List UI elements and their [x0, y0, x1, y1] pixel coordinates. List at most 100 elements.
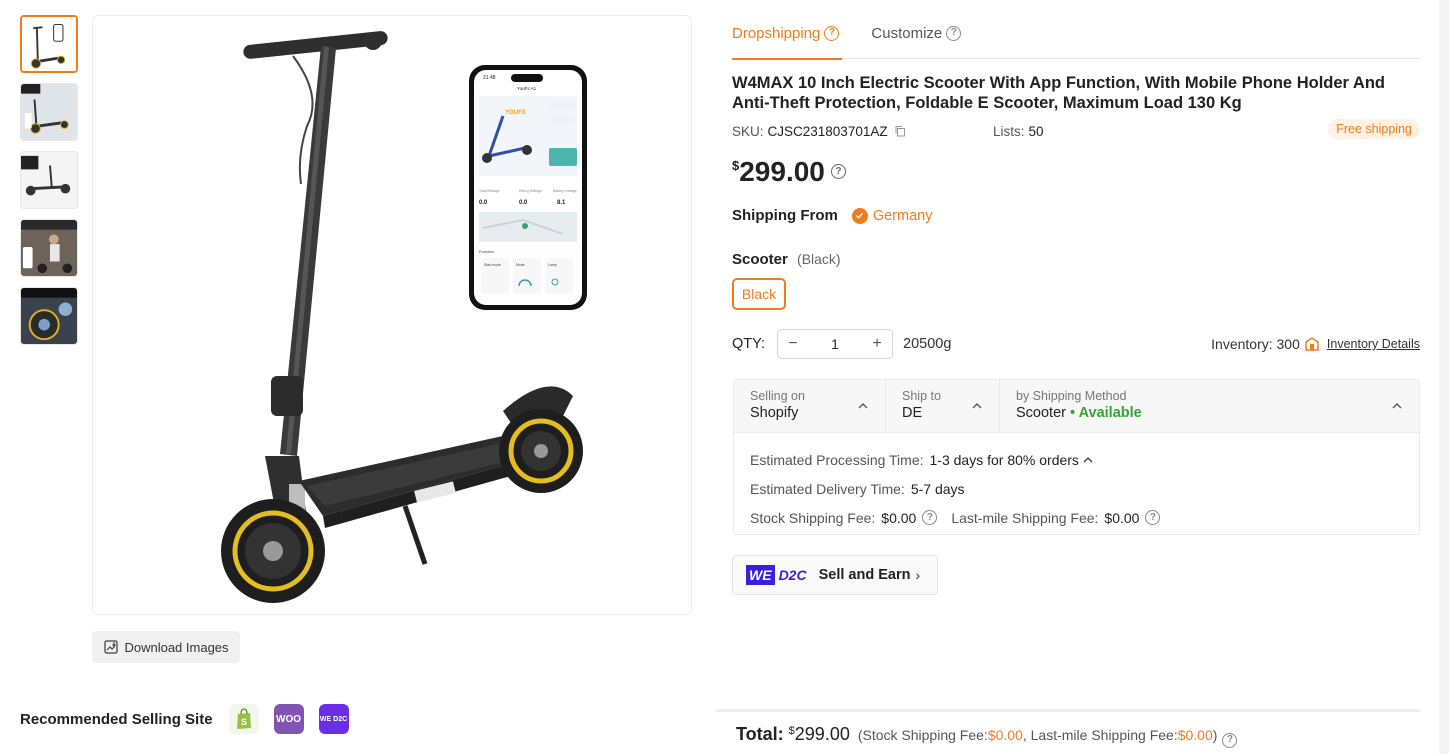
phone-function-2: Mode [516, 263, 525, 267]
delivery-label: Estimated Delivery Time: [750, 480, 905, 497]
chevron-right-icon: › [915, 567, 921, 583]
selling-on-label: Selling on [750, 389, 805, 403]
phone-function-3: Lamp [548, 263, 557, 267]
shipping-selector: Selling on Shopify Ship to DE by Shippin… [734, 380, 1419, 433]
quantity-row: QTY: − + 20500g Inventory: 300 Inventory… [732, 329, 1420, 359]
sku-value: CJSC231803701AZ [767, 123, 888, 139]
delivery-value: 5-7 days [910, 480, 965, 497]
quantity-input[interactable] [808, 336, 863, 352]
chevron-up-icon [858, 403, 868, 409]
variant-selected: (Black) [797, 251, 841, 267]
thumbnail-5[interactable] [20, 287, 78, 345]
shipping-fees: Stock Shipping Fee: $0.00 ? Last-mile Sh… [750, 503, 1403, 532]
total-fee-close: ) [1212, 727, 1218, 743]
total-fee-mid: , Last-mile Shipping Fee: [1022, 727, 1178, 743]
increase-button[interactable]: + [862, 335, 892, 353]
wed2c-icon[interactable]: WE D2C [318, 704, 349, 734]
product-price: $ 299.00 ? [732, 154, 846, 190]
sku-label: SKU: [732, 123, 764, 139]
shipping-method-label: by Shipping Method [1016, 389, 1127, 403]
variant-label: Scooter (Black) [732, 251, 841, 268]
help-icon[interactable]: ? [922, 510, 938, 525]
processing-label: Estimated Processing Time: [750, 451, 924, 468]
decrease-button[interactable]: − [778, 335, 808, 353]
chevron-up-icon[interactable] [1082, 454, 1094, 466]
help-icon[interactable]: ? [824, 25, 840, 41]
processing-time: Estimated Processing Time: 1-3 days for … [750, 445, 1403, 474]
check-icon [851, 207, 868, 224]
ship-to-selector[interactable]: Ship to DE [886, 380, 1000, 432]
shipping-details: Estimated Processing Time: 1-3 days for … [734, 433, 1419, 532]
product-title: W4MAX 10 Inch Electric Scooter With App … [732, 74, 1385, 112]
copy-icon[interactable] [894, 125, 906, 137]
total-amount: 299.00 [794, 724, 850, 744]
main-product-image: 21:48 YouFs A1 YOUFS Total Mileage 0.0 R… [92, 15, 692, 615]
wed2c-logo-we: WE [746, 565, 775, 585]
thumbnail-list [20, 15, 80, 355]
lastmile-fee-label: Last-mile Shipping Fee: [951, 509, 1099, 526]
download-images-button[interactable]: Download Images [92, 631, 240, 663]
total-fee-open: (Stock Shipping Fee: [857, 727, 988, 743]
help-icon[interactable]: ? [1222, 732, 1238, 748]
shipping-from-country[interactable]: Germany [873, 208, 933, 224]
selling-on-value: Shopify [750, 405, 799, 421]
lists-value: 50 [1028, 123, 1044, 139]
total-bar: Total: $ 299.00 (Stock Shipping Fee: $0.… [736, 724, 1238, 748]
inventory: Inventory: 300 Inventory Details [1211, 336, 1420, 352]
product-weight: 20500g [903, 336, 952, 352]
phone-stat-value-1: 0.0 [479, 200, 488, 206]
product-meta: SKU: CJSC231803701AZ Lists: 50 Free ship… [732, 119, 1420, 140]
price-currency: $ [732, 158, 740, 173]
shipping-method-selector[interactable]: by Shipping Method Scooter • Available [1000, 380, 1419, 432]
woocommerce-icon[interactable]: WOO [273, 704, 304, 734]
stock-fee-value: $0.00 [881, 509, 917, 526]
price-amount: 299.00 [739, 156, 825, 187]
thumbnail-4[interactable] [20, 219, 78, 277]
thumbnail-1[interactable] [20, 15, 78, 73]
phone-stat-value-2: 0.0 [519, 200, 528, 206]
shipping-method-value: Scooter [1016, 405, 1066, 421]
qty-label: QTY: [732, 336, 766, 352]
variant-option-black[interactable]: Black [732, 278, 786, 310]
availability-status: • Available [1070, 405, 1142, 421]
recommended-selling-site: Recommended Selling Site S WOO WE D2C [20, 703, 364, 735]
total-lastmile-fee: $0.00 [1177, 727, 1213, 743]
warehouse-icon [1305, 337, 1319, 351]
sell-and-earn-label: Sell and Earn [818, 567, 911, 583]
divider [716, 709, 1420, 712]
phone-time: 21:48 [483, 75, 496, 81]
phone-stat-label-2: Riding Mileage [519, 189, 542, 193]
quantity-stepper: − + [777, 329, 894, 359]
phone-device-name: YouFs A1 [517, 86, 537, 91]
tab-customize-label: Customize [871, 24, 943, 42]
thumbnail-2[interactable] [20, 83, 78, 141]
delivery-time: Estimated Delivery Time: 5-7 days [750, 474, 1403, 503]
stock-fee-label: Stock Shipping Fee: [750, 509, 876, 526]
selling-on-selector[interactable]: Selling on Shopify [734, 380, 886, 432]
free-shipping-badge: Free shipping [1328, 119, 1420, 139]
tab-dropshipping[interactable]: Dropshipping ? [732, 15, 843, 60]
wed2c-logo-d2c: D2C [778, 567, 807, 583]
help-icon[interactable]: ? [946, 25, 962, 41]
wed2c-logo: WE D2C [746, 563, 807, 587]
chevron-up-icon [972, 403, 982, 409]
tab-customize[interactable]: Customize ? [871, 15, 962, 59]
inventory-details-link[interactable]: Inventory Details [1327, 337, 1420, 351]
price-help-icon[interactable]: ? [830, 164, 846, 179]
shipping-from-label: Shipping From [732, 207, 838, 224]
shipping-box: Selling on Shopify Ship to DE by Shippin… [733, 379, 1420, 535]
sell-and-earn-button[interactable]: WE D2C Sell and Earn › [732, 555, 938, 595]
chevron-up-icon [1392, 403, 1402, 409]
lastmile-fee-value: $0.00 [1104, 509, 1140, 526]
phone-function-label: Function [479, 249, 494, 254]
thumbnail-3[interactable] [20, 151, 78, 209]
help-icon[interactable]: ? [1145, 510, 1161, 525]
shopify-icon[interactable]: S [228, 704, 259, 734]
lists-label: Lists: [993, 123, 1025, 139]
scrollbar[interactable] [1439, 0, 1449, 754]
phone-stat-label-3: Battery Voltage [553, 189, 577, 193]
total-stock-fee: $0.00 [987, 727, 1023, 743]
variant-name: Scooter [732, 251, 788, 268]
inventory-label: Inventory: 300 [1211, 336, 1300, 352]
recommended-selling-site-label: Recommended Selling Site [20, 710, 213, 728]
